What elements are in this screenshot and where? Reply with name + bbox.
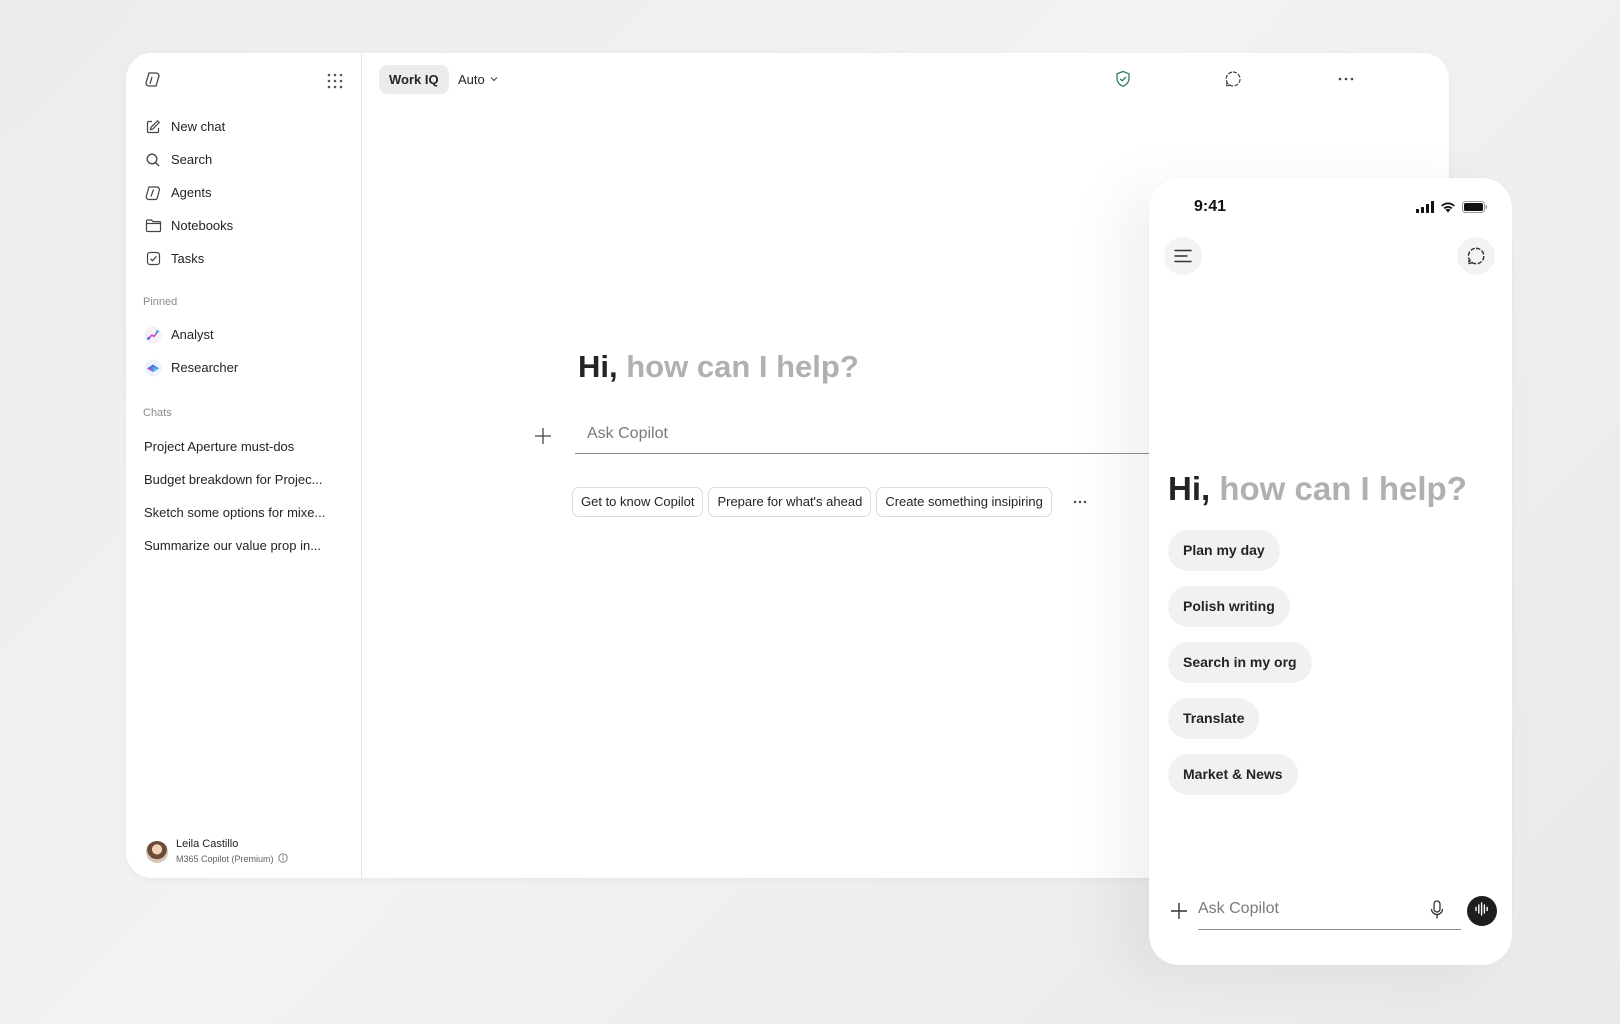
- menu-icon[interactable]: [1164, 237, 1202, 275]
- model-selector-label: Auto: [458, 72, 485, 87]
- suggestion-chip-market-news[interactable]: Market & News: [1168, 754, 1298, 795]
- avatar: [146, 841, 168, 863]
- model-selector[interactable]: Auto: [458, 65, 499, 94]
- analyst-icon: [144, 326, 162, 344]
- chat-history-list: Project Aperture must-dos Budget breakdo…: [136, 430, 352, 562]
- cellular-signal-icon: [1416, 200, 1434, 218]
- greeting-hi: Hi,: [578, 349, 618, 384]
- battery-icon: [1462, 200, 1488, 218]
- prompt-suggestions: Get to know Copilot Prepare for what's a…: [572, 487, 1095, 517]
- status-bar-icons: [1416, 200, 1488, 218]
- user-plan-text: M365 Copilot (Premium): [176, 854, 274, 864]
- suggestion-chip[interactable]: Create something insipiring: [876, 487, 1052, 517]
- sidebar-nav: New chat Search Agents Notebooks Tasks: [136, 110, 352, 275]
- sidebar-item-label: New chat: [171, 119, 226, 134]
- pinned-section-label: Pinned: [143, 296, 178, 308]
- suggestion-chip-plan-my-day[interactable]: Plan my day: [1168, 530, 1280, 571]
- wifi-icon: [1440, 200, 1456, 218]
- more-suggestions-icon[interactable]: [1065, 487, 1095, 517]
- sidebar-item-new-chat[interactable]: New chat: [136, 110, 352, 143]
- sidebar-item-tasks[interactable]: Tasks: [136, 242, 352, 275]
- new-chat-bubble-icon[interactable]: [1222, 68, 1244, 90]
- shield-check-icon[interactable]: [1112, 68, 1134, 90]
- sidebar-item-notebooks[interactable]: Notebooks: [136, 209, 352, 242]
- sidebar-item-agents[interactable]: Agents: [136, 176, 352, 209]
- chat-history-item[interactable]: Sketch some options for mixe...: [136, 496, 352, 529]
- suggestion-chip-polish-writing[interactable]: Polish writing: [1168, 586, 1290, 627]
- suggestion-chip-search-org[interactable]: Search in my org: [1168, 642, 1312, 683]
- info-icon[interactable]: [277, 853, 288, 865]
- agents-icon: [144, 184, 162, 202]
- mobile-suggestions: Plan my day Polish writing Search in my …: [1168, 530, 1312, 795]
- microphone-icon[interactable]: [1430, 900, 1450, 922]
- suggestion-chip[interactable]: Get to know Copilot: [572, 487, 704, 517]
- mobile-greeting-heading: Hi, how can I help?: [1168, 470, 1467, 508]
- top-bar: Work IQ Auto: [362, 53, 1449, 105]
- greeting-question: how can I help?: [626, 349, 859, 384]
- greeting-heading: Hi, how can I help?: [578, 349, 859, 385]
- sidebar-header: [143, 70, 344, 94]
- search-icon: [144, 151, 162, 169]
- suggestion-chip[interactable]: Prepare for what's ahead: [708, 487, 872, 517]
- pinned-item-analyst[interactable]: Analyst: [136, 318, 352, 351]
- pinned-item-researcher[interactable]: Researcher: [136, 351, 352, 384]
- copilot-logo-icon[interactable]: [143, 70, 165, 92]
- suggestion-chip-translate[interactable]: Translate: [1168, 698, 1260, 739]
- mobile-ask-copilot-input[interactable]: [1198, 888, 1461, 930]
- researcher-icon: [144, 359, 162, 377]
- sidebar-item-search[interactable]: Search: [136, 143, 352, 176]
- app-launcher-icon[interactable]: [326, 72, 344, 90]
- greeting-hi: Hi,: [1168, 470, 1211, 507]
- sidebar-item-label: Notebooks: [171, 218, 234, 233]
- greeting-question: how can I help?: [1219, 470, 1467, 507]
- add-attachment-icon[interactable]: [1169, 901, 1189, 921]
- chats-section-label: Chats: [143, 407, 172, 419]
- sidebar: New chat Search Agents Notebooks Tasks P…: [126, 53, 362, 878]
- sidebar-item-label: Analyst: [171, 327, 214, 342]
- sidebar-item-label: Search: [171, 152, 213, 167]
- status-bar-time: 9:41: [1194, 198, 1227, 215]
- mobile-app-screen: 9:41 Hi, how can I help? Plan my day Pol…: [1149, 178, 1512, 965]
- chat-history-item[interactable]: Summarize our value prop in...: [136, 529, 352, 562]
- chevron-down-icon: [489, 65, 499, 94]
- work-iq-toggle[interactable]: Work IQ: [379, 65, 449, 94]
- voice-mode-button[interactable]: [1467, 896, 1497, 926]
- sidebar-item-label: Agents: [171, 185, 212, 200]
- more-icon[interactable]: [1335, 68, 1357, 90]
- checkbox-icon: [144, 250, 162, 268]
- folder-icon: [144, 217, 162, 235]
- sidebar-item-label: Researcher: [171, 360, 239, 375]
- user-profile[interactable]: Leila Castillo M365 Copilot (Premium): [146, 838, 346, 868]
- chat-history-item[interactable]: Project Aperture must-dos: [136, 430, 352, 463]
- sidebar-item-label: Tasks: [171, 251, 205, 266]
- compose-icon: [144, 118, 162, 136]
- new-chat-bubble-icon[interactable]: [1457, 237, 1495, 275]
- chat-history-item[interactable]: Budget breakdown for Projec...: [136, 463, 352, 496]
- pinned-list: Analyst Researcher: [136, 318, 352, 384]
- waveform-icon: [1474, 901, 1490, 922]
- user-plan: M365 Copilot (Premium): [176, 853, 288, 865]
- add-attachment-icon[interactable]: [533, 426, 553, 446]
- user-name: Leila Castillo: [176, 838, 239, 850]
